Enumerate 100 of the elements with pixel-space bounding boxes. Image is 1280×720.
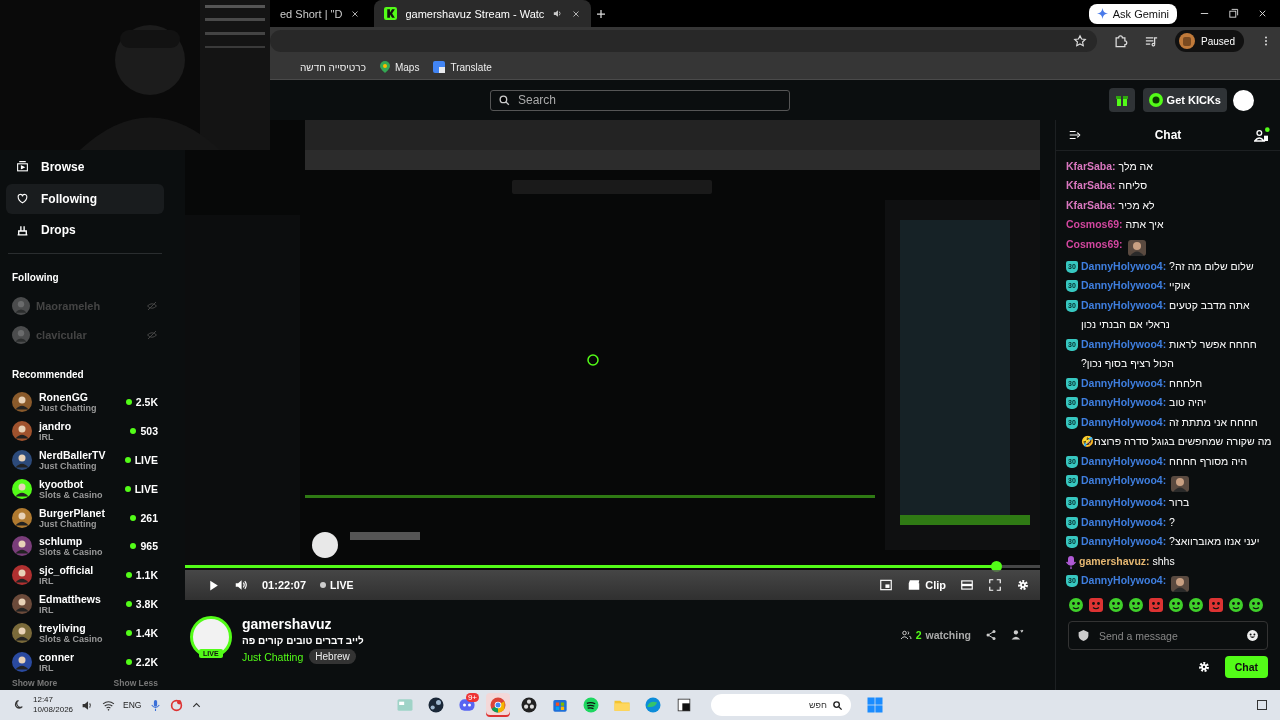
profile-button[interactable]: Paused	[1175, 30, 1244, 52]
app-icon	[426, 695, 446, 715]
fullscreen-icon[interactable]	[988, 578, 1002, 592]
rewards-button[interactable]	[1108, 88, 1135, 112]
section-title: Following	[12, 272, 60, 284]
favicon-icon	[384, 7, 398, 20]
emote-icon[interactable]	[1128, 597, 1144, 613]
taskbar-search-field[interactable]: חפש	[711, 694, 851, 716]
chat-username[interactable]: DannyHolywoo4:	[1081, 471, 1167, 491]
channel-item[interactable]: treyliving Slots & Casino 1.4K	[6, 618, 164, 648]
notification-badge: 9+	[465, 693, 479, 702]
emote-icon[interactable]	[1228, 597, 1244, 613]
drops-icon	[16, 224, 29, 237]
viewer-label: watching	[925, 628, 971, 641]
taskbar-button[interactable]: 9+	[455, 693, 479, 717]
show-desktop-icon[interactable]	[1256, 699, 1268, 711]
star-icon[interactable]	[1073, 34, 1088, 48]
puzzle-icon[interactable]	[1113, 33, 1129, 49]
channel-name: gamershavuz	[242, 616, 333, 632]
chat-message: DannyHolywoo4: ?	[1081, 514, 1176, 530]
bookmark[interactable]: כרטיסייה חדשה	[300, 61, 366, 73]
tray-app-icon[interactable]	[170, 698, 184, 712]
browser-tab[interactable]: ed Short | "D	[270, 0, 371, 27]
search-icon	[498, 93, 511, 107]
channel-item[interactable]: RonenGG Just Chatting 2.5K	[6, 387, 164, 417]
shield-icon[interactable]	[1077, 629, 1090, 642]
offline-icon	[146, 299, 158, 312]
map-pin-icon	[379, 61, 390, 73]
picture-in-picture-icon[interactable]	[879, 578, 894, 592]
avatar-icon	[12, 478, 32, 499]
channel-item[interactable]: kyootbot Slots & Casino LIVE	[6, 474, 164, 504]
chat-username[interactable]: Cosmos69:	[1066, 234, 1123, 254]
follow-icon[interactable]	[1011, 628, 1024, 641]
tag[interactable]: Hebrew	[309, 649, 356, 664]
bookmark[interactable]: Maps	[379, 61, 420, 73]
bookmark[interactable]: Translate	[433, 61, 492, 73]
emote-icon[interactable]	[1248, 597, 1264, 613]
close-icon	[350, 8, 361, 19]
channel-item[interactable]: sjc_official IRL 1.1K	[6, 560, 164, 590]
close-icon[interactable]	[1257, 8, 1268, 19]
avatar-icon	[12, 421, 32, 442]
share-icon[interactable]	[985, 628, 997, 641]
new-tab-icon[interactable]	[595, 7, 608, 20]
settings-icon[interactable]	[1196, 660, 1211, 674]
channel-item[interactable]: jandro IRL 503	[6, 416, 164, 446]
emoji-icon[interactable]	[1246, 629, 1259, 642]
avatar-icon	[12, 325, 30, 344]
emote-icon[interactable]	[1108, 597, 1124, 613]
playback-time: 01:22:07	[262, 579, 307, 591]
channel-item[interactable]: NerdBallerTV Just Chatting LIVE	[6, 445, 164, 475]
restore-icon[interactable]	[1228, 8, 1239, 19]
notification-icon[interactable]	[12, 698, 25, 712]
get-kicks-button[interactable]: Get KICKs	[1142, 88, 1227, 112]
viewers-icon	[899, 628, 912, 641]
chat-username[interactable]: DannyHolywoo4:	[1081, 571, 1167, 591]
sidebar-item[interactable]: Browse	[6, 152, 164, 182]
offline-icon	[146, 328, 158, 341]
app-icon	[519, 695, 539, 715]
search-field[interactable]: Search	[490, 89, 790, 111]
emote-icon	[1170, 575, 1191, 593]
chat-users-icon[interactable]	[1254, 127, 1270, 143]
browser-tab[interactable]: gamershavuz Stream - Watc	[374, 0, 592, 27]
microphone-icon[interactable]	[149, 698, 163, 712]
message-field[interactable]: Send a message	[1068, 621, 1268, 650]
show-more-link[interactable]: Show More	[12, 678, 58, 689]
collapse-chat-icon[interactable]	[1068, 128, 1082, 142]
volume-icon[interactable]	[234, 578, 248, 592]
ask-gemini-button[interactable]: Ask Gemini	[1088, 3, 1177, 24]
play-icon[interactable]	[207, 578, 220, 592]
close-icon	[571, 8, 582, 19]
emote-icon[interactable]	[1088, 597, 1104, 613]
channel-item[interactable]: schlump Slots & Casino 965	[6, 532, 164, 561]
clip-button[interactable]: Clip	[907, 578, 946, 592]
category-link[interactable]: Just Chatting	[242, 650, 304, 663]
show-less-link[interactable]: Show Less	[113, 678, 158, 689]
browse-icon	[16, 160, 29, 174]
sidebar-item[interactable]: Following	[6, 183, 164, 214]
channel-item[interactable]: Edmatthews IRL 3.8K	[6, 589, 164, 619]
speaker-icon	[552, 8, 564, 19]
microphone-icon	[1066, 555, 1076, 569]
sidebar-item[interactable]: Drops	[6, 215, 164, 246]
emote-icon[interactable]	[1068, 597, 1084, 613]
emote-icon[interactable]	[1148, 597, 1164, 613]
emote-icon[interactable]	[1208, 597, 1224, 613]
settings-icon[interactable]	[1016, 578, 1030, 592]
send-button[interactable]: Chat	[1224, 656, 1268, 678]
stream-title: לייב דברים טובים קורים פה	[242, 635, 364, 646]
channel-item[interactable]: BurgerPlanet Just Chatting 261	[6, 503, 164, 532]
clock[interactable]: 12:47 10/08/2026	[33, 695, 74, 715]
emote-icon[interactable]	[1188, 597, 1204, 613]
wifi-icon[interactable]	[102, 698, 116, 712]
start-icon[interactable]	[866, 696, 884, 714]
theater-mode-icon[interactable]	[960, 578, 974, 592]
language-indicator[interactable]: ENG	[123, 700, 142, 710]
user-avatar[interactable]	[1233, 89, 1254, 111]
channel-item[interactable]: conner IRL 2.2K	[6, 647, 164, 677]
clapperboard-icon	[907, 578, 922, 592]
emote-icon[interactable]	[1168, 597, 1184, 613]
viewer-count: 2	[915, 628, 922, 641]
sparkle-icon	[1096, 8, 1108, 19]
